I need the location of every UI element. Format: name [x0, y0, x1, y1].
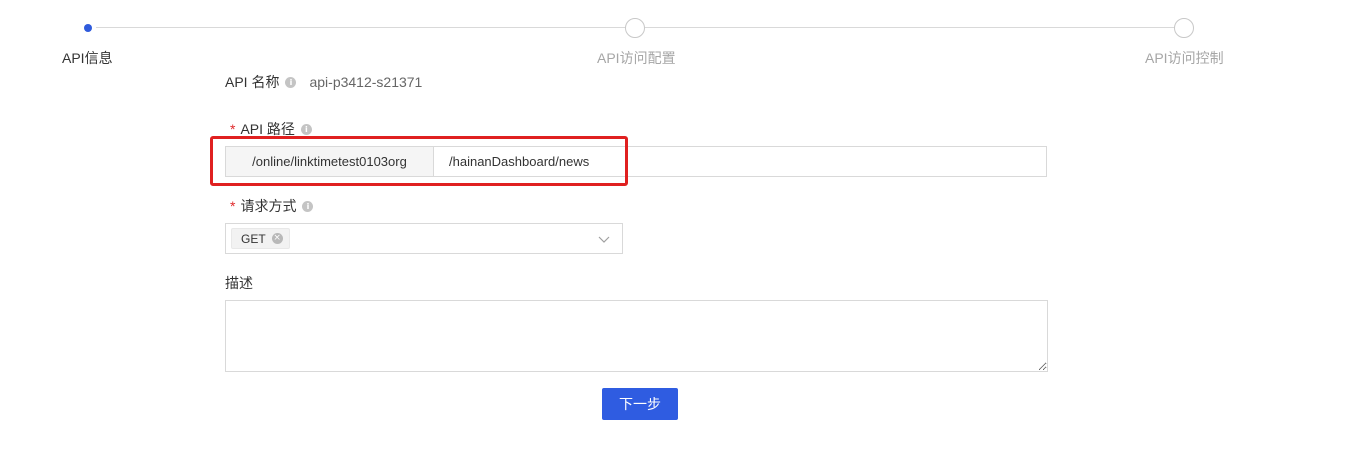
api-name-label: API 名称: [225, 74, 280, 90]
api-create-page: API信息 API访问配置 API访问控制 API 名称 i api-p3412…: [0, 0, 1351, 456]
step-3-label: API访问控制: [1145, 50, 1224, 66]
method-label: 请求方式: [240, 198, 297, 214]
method-tag-get: GET ×: [231, 228, 290, 249]
info-circle-icon[interactable]: i: [300, 123, 312, 135]
next-step-button[interactable]: 下一步: [602, 388, 678, 420]
step-1-indicator: [84, 24, 92, 32]
close-circle-icon[interactable]: ×: [271, 233, 283, 244]
method-label-row: * 请求方式 i: [225, 196, 314, 216]
chevron-down-icon[interactable]: [598, 233, 610, 245]
step-2-label: API访问配置: [597, 50, 676, 66]
description-label-row: 描述: [225, 273, 253, 293]
info-circle-icon[interactable]: i: [302, 200, 314, 212]
step-1-label: API信息: [62, 50, 113, 66]
info-circle-icon[interactable]: i: [285, 76, 297, 88]
api-path-input[interactable]: [434, 147, 1046, 176]
method-select[interactable]: GET ×: [225, 223, 623, 254]
api-path-prefix: /online/linktimetest0103org: [226, 147, 434, 176]
api-path-label-row: * API 路径 i: [225, 119, 312, 139]
required-mark: *: [230, 198, 236, 214]
description-label: 描述: [225, 275, 253, 291]
step-2-indicator: [625, 18, 645, 38]
method-tag-label: GET: [241, 231, 266, 246]
required-mark: *: [230, 121, 236, 137]
api-path-input-group: /online/linktimetest0103org: [225, 146, 1047, 177]
api-name-value: api-p3412-s21371: [309, 74, 423, 90]
api-path-label: API 路径: [240, 121, 295, 137]
description-textarea[interactable]: [225, 300, 1048, 372]
api-name-row: API 名称 i api-p3412-s21371: [225, 74, 422, 90]
step-3-indicator: [1174, 18, 1194, 38]
